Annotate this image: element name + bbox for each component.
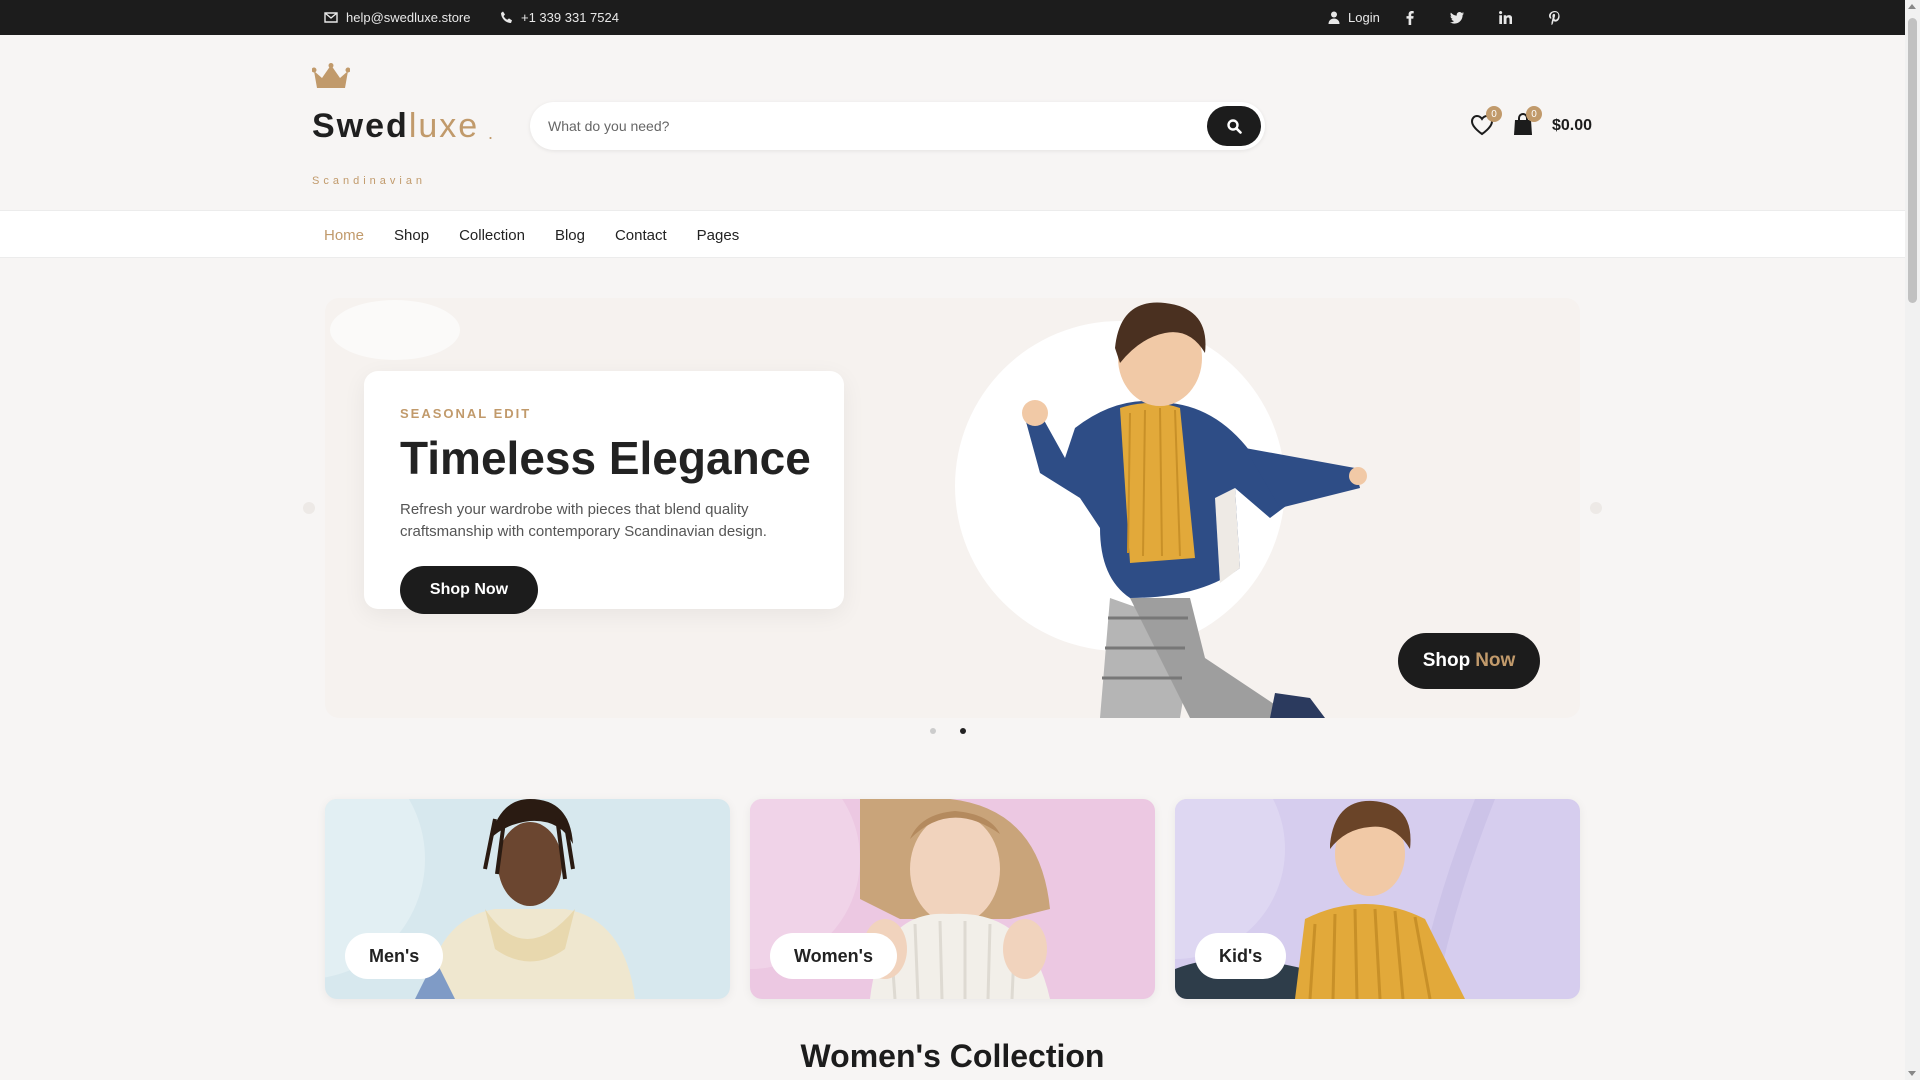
email-contact[interactable]: help@swedluxe.store [324,0,470,35]
site-header: Swedluxe . Scandinavian 0 0 $0.00 [0,35,1905,210]
phone-text: +1 339 331 7524 [521,10,619,25]
facebook-icon [1406,10,1414,25]
category-card-kids[interactable]: Kid's [1175,799,1580,999]
cta-word-shop: Shop [1422,650,1471,671]
linkedin-link[interactable] [1499,0,1512,35]
logo-tagline: Scandinavian [312,175,427,187]
cart-count-badge: 0 [1526,106,1542,122]
logo-accent: luxe [408,107,480,145]
category-card-womens[interactable]: Women's [750,799,1155,999]
scroll-thumb[interactable] [1908,18,1917,303]
cart-button[interactable]: 0 [1512,106,1542,141]
hero-model-image [980,298,1400,718]
hero-decoration [330,300,460,360]
search-button[interactable] [1207,106,1261,146]
main-nav: Home Shop Collection Blog Contact Pages [0,210,1905,258]
cta-word-now: Now [1475,650,1516,671]
envelope-icon [324,12,338,23]
hero-description: Refresh your wardrobe with pieces that b… [400,501,767,540]
facebook-link[interactable] [1406,0,1414,35]
pinterest-link[interactable] [1549,0,1560,35]
phone-icon [501,11,512,23]
phone-contact[interactable]: +1 339 331 7524 [500,0,619,35]
hero-text-card: SEASONAL EDIT Timeless Elegance Refresh … [364,371,844,614]
section-title-womens-collection: Women's Collection [800,1038,1105,1074]
pinterest-icon [1549,10,1560,25]
linkedin-icon [1499,11,1512,24]
wishlist-button[interactable]: 0 [1470,106,1502,141]
search-icon [1226,118,1242,134]
nav-item-pages[interactable]: Pages [685,227,752,244]
nav-item-contact[interactable]: Contact [603,227,679,244]
slider-next-button[interactable] [1590,502,1602,514]
crown-icon [311,63,351,96]
category-card-mens[interactable]: Men's [325,799,730,999]
site-logo[interactable]: Swedluxe [312,107,479,146]
hero-shop-now-button[interactable]: Shop Now [400,566,538,614]
nav-item-shop[interactable]: Shop [382,227,441,244]
hero-floating-shop-now-button[interactable]: Shop Now [1398,633,1540,689]
search-input[interactable] [548,118,1188,134]
slider-prev-button[interactable] [303,502,315,514]
login-label: Login [1348,10,1380,25]
category-label-womens: Women's [770,933,897,979]
twitter-link[interactable] [1450,0,1464,35]
logo-main: Swed [312,107,409,145]
slider-dot-1[interactable] [930,728,936,734]
scroll-down-icon[interactable] [1908,1071,1916,1076]
category-label-kids: Kid's [1195,933,1287,979]
user-icon [1328,11,1340,24]
scroll-up-icon[interactable] [1908,4,1916,9]
category-label-mens: Men's [345,933,444,979]
nav-item-blog[interactable]: Blog [543,227,597,244]
wishlist-count-badge: 0 [1486,106,1502,122]
page-scrollbar[interactable] [1905,0,1920,1080]
twitter-icon [1450,11,1464,24]
hero-slider: SEASONAL EDIT Timeless Elegance Refresh … [0,258,1905,758]
hero-eyebrow: SEASONAL EDIT [400,406,532,421]
slider-dots [930,728,966,734]
slider-dot-2[interactable] [960,728,966,734]
logo-dot: . [488,123,494,143]
top-bar: help@swedluxe.store +1 339 331 7524 Logi… [0,0,1905,35]
hero-title: Timeless Elegance [400,432,811,484]
login-link[interactable]: Login [1328,0,1380,35]
email-text: help@swedluxe.store [346,10,471,25]
nav-item-home[interactable]: Home [312,227,376,244]
cart-total: $0.00 [1552,117,1593,134]
search-bar [530,102,1265,150]
nav-item-collection[interactable]: Collection [447,227,537,244]
